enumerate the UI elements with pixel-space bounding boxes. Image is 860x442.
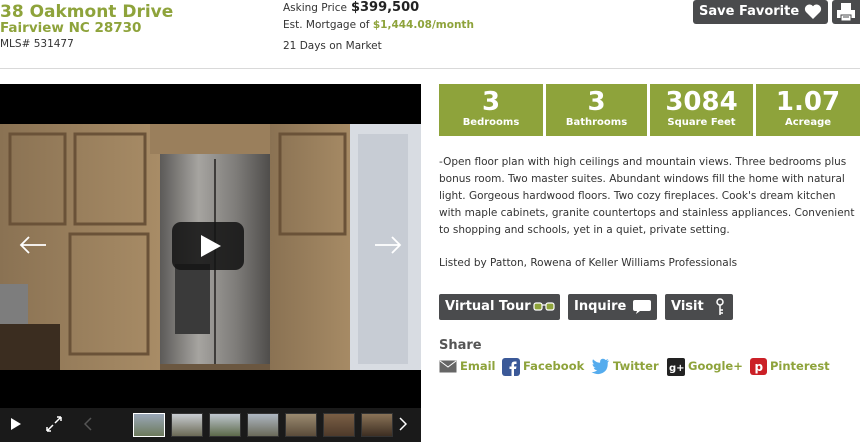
share-google-plus-label: Google+ bbox=[688, 359, 743, 373]
property-description: -Open floor plan with high ceilings and … bbox=[439, 156, 855, 236]
virtual-tour-label: Virtual Tour bbox=[445, 299, 531, 314]
save-favorite-label: Save Favorite bbox=[699, 4, 800, 19]
video-thumbnail[interactable] bbox=[133, 413, 165, 437]
stat-label: Square Feet bbox=[667, 117, 736, 128]
svg-text:p: p bbox=[755, 360, 764, 374]
stat-value: 3 bbox=[587, 87, 606, 117]
share-facebook-link[interactable]: Facebook bbox=[502, 357, 585, 376]
share-twitter-link[interactable]: Twitter bbox=[591, 357, 659, 375]
mortgage-value: $1,444.08/month bbox=[372, 19, 474, 31]
mls-number: MLS# 531477 bbox=[0, 38, 74, 50]
play-icon bbox=[201, 235, 221, 257]
share-facebook-label: Facebook bbox=[523, 359, 585, 373]
fullscreen-icon[interactable] bbox=[46, 416, 62, 432]
twitter-icon bbox=[591, 358, 609, 375]
price-value: $399,500 bbox=[350, 0, 420, 15]
listing-address: 38 Oakmont Drive bbox=[0, 2, 174, 22]
days-on-market: 21 Days on Market bbox=[283, 40, 382, 52]
inquire-button[interactable]: Inquire bbox=[568, 294, 657, 320]
virtual-tour-button[interactable]: Virtual Tour bbox=[439, 294, 560, 320]
speech-bubble-icon bbox=[633, 300, 651, 314]
video-prev-arrow-icon[interactable] bbox=[18, 236, 48, 254]
video-thumbnail[interactable] bbox=[247, 413, 279, 437]
stat-value: 1.07 bbox=[775, 87, 841, 117]
stat-label: Acreage bbox=[784, 117, 832, 128]
google-plus-icon: g+ bbox=[667, 357, 685, 376]
video-thumbnail[interactable] bbox=[323, 413, 355, 437]
stat-acreage: 1.07 Acreage bbox=[756, 84, 860, 136]
stat-square-feet: 3084 Square Feet bbox=[650, 84, 753, 136]
video-thumbnail[interactable] bbox=[361, 413, 393, 437]
share-email-link[interactable]: Email bbox=[439, 357, 495, 375]
glasses-icon bbox=[533, 302, 555, 311]
save-favorite-button[interactable]: Save Favorite bbox=[693, 0, 828, 24]
stat-bedrooms: 3 Bedrooms bbox=[439, 84, 543, 136]
envelope-icon bbox=[439, 360, 457, 373]
video-thumbnail[interactable] bbox=[285, 413, 317, 437]
listing-city: Fairview NC 28730 bbox=[0, 20, 142, 36]
mortgage-label: Est. Mortgage of bbox=[283, 19, 370, 31]
video-thumbnail[interactable] bbox=[209, 413, 241, 437]
heart-icon bbox=[804, 4, 822, 20]
share-email-label: Email bbox=[460, 359, 496, 373]
thumb-next-icon[interactable] bbox=[399, 417, 407, 431]
stat-label: Bathrooms bbox=[565, 117, 628, 128]
print-icon bbox=[837, 3, 855, 22]
asking-price: Asking Price $399,500 bbox=[283, 0, 419, 15]
header-divider bbox=[0, 68, 860, 69]
play-control-icon[interactable] bbox=[10, 417, 22, 431]
share-google-plus-link[interactable]: g+ Google+ bbox=[667, 357, 743, 376]
facebook-icon bbox=[502, 357, 520, 376]
visit-button[interactable]: Visit bbox=[665, 294, 733, 320]
key-icon bbox=[716, 298, 724, 315]
share-twitter-label: Twitter bbox=[613, 359, 659, 373]
stat-bathrooms: 3 Bathrooms bbox=[546, 84, 647, 136]
stat-value: 3 bbox=[481, 87, 501, 117]
price-label: Asking Price bbox=[283, 2, 347, 14]
stat-label: Bedrooms bbox=[462, 117, 520, 128]
inquire-label: Inquire bbox=[574, 299, 627, 314]
stat-value: 3084 bbox=[665, 87, 738, 117]
svg-text:g+: g+ bbox=[669, 363, 685, 374]
video-thumbnail[interactable] bbox=[171, 413, 203, 437]
share-pinterest-label: Pinterest bbox=[770, 359, 830, 373]
print-button[interactable] bbox=[832, 0, 860, 24]
visit-label: Visit bbox=[671, 299, 704, 314]
video-play-button[interactable] bbox=[172, 222, 244, 270]
listed-by: Listed by Patton, Rowena of Keller Willi… bbox=[439, 257, 738, 269]
video-next-arrow-icon[interactable] bbox=[373, 236, 403, 254]
pinterest-icon: p bbox=[750, 358, 767, 375]
share-pinterest-link[interactable]: p Pinterest bbox=[750, 357, 830, 375]
est-mortgage: Est. Mortgage of $1,444.08/month bbox=[283, 19, 474, 31]
thumb-prev-icon[interactable] bbox=[84, 417, 92, 431]
share-heading: Share bbox=[439, 338, 482, 353]
